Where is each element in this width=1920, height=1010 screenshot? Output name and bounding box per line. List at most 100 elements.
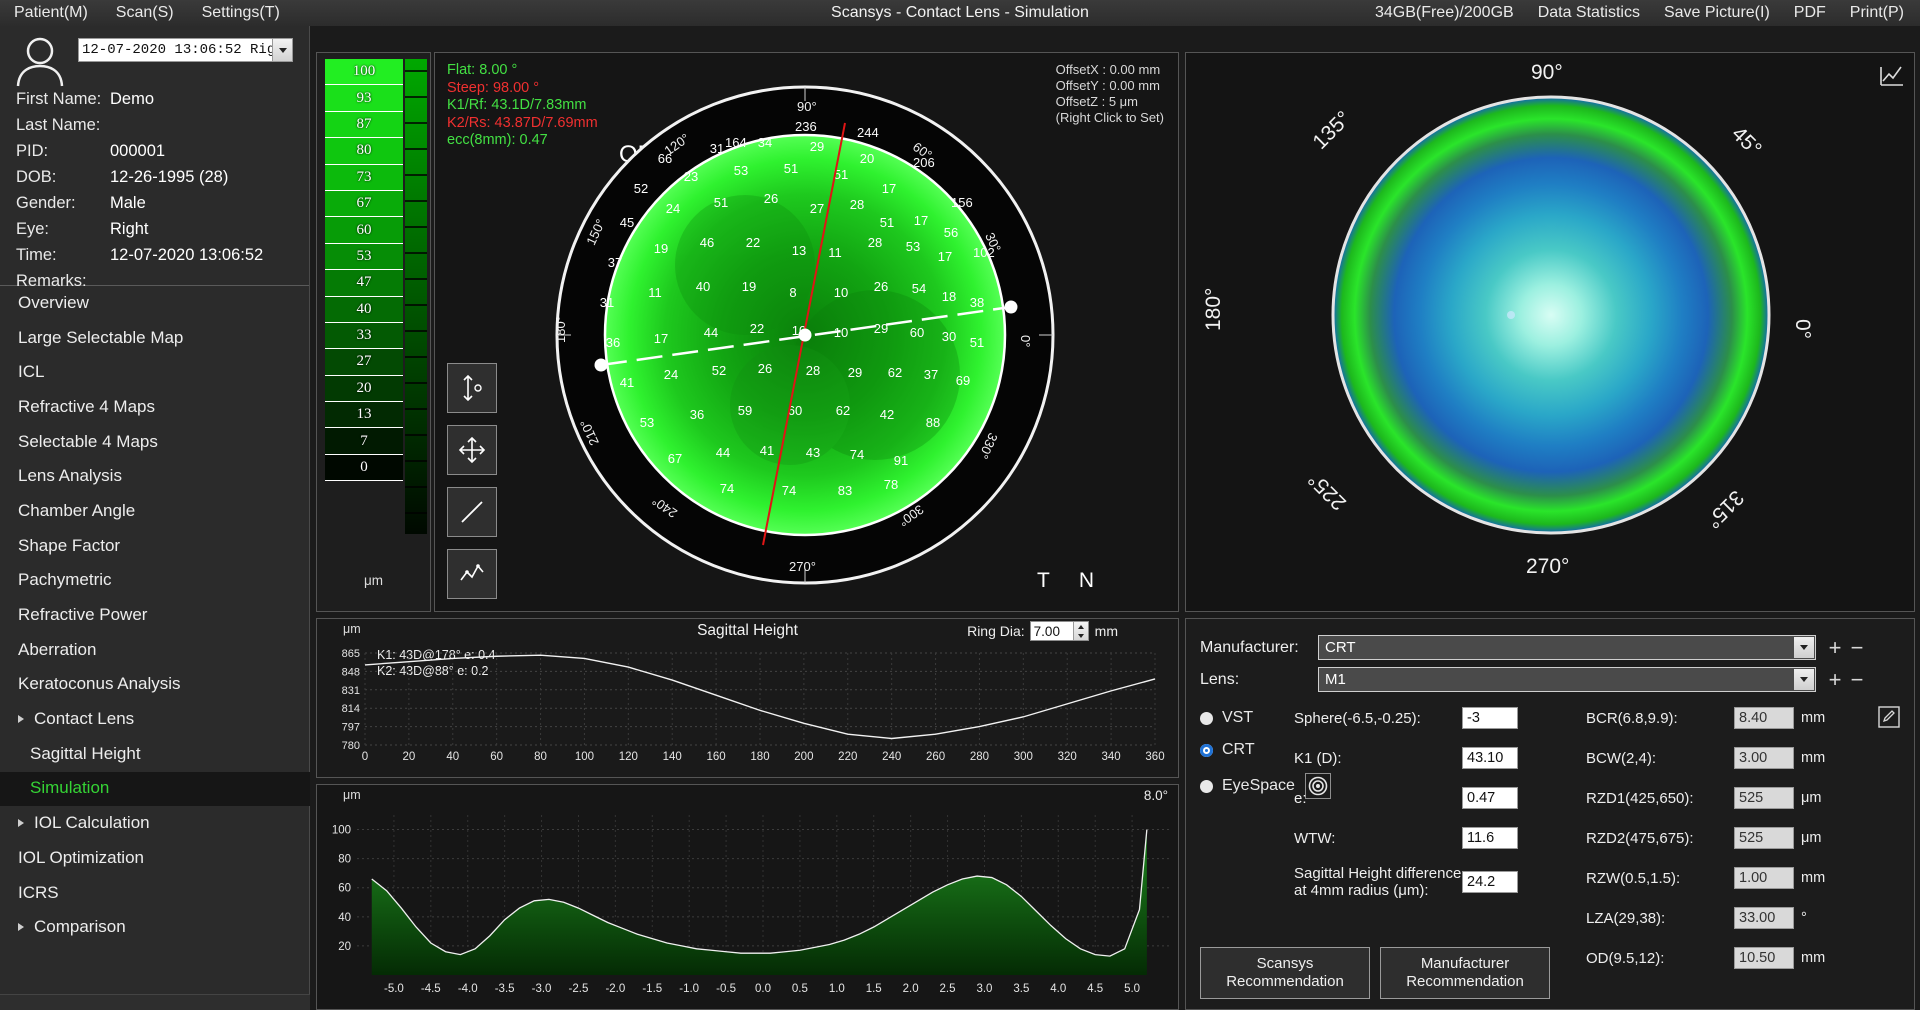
- scale-band: 47: [325, 270, 403, 296]
- cursor-tool-button[interactable]: [447, 363, 497, 413]
- scansys-recommendation-button[interactable]: Scansys Recommendation: [1200, 947, 1370, 999]
- sidebar-item-simulation[interactable]: Simulation: [0, 772, 310, 807]
- sidebar-item-refractive-power[interactable]: Refractive Power: [0, 598, 310, 633]
- ring-diameter-control[interactable]: Ring Dia: 7.00 mm: [967, 621, 1118, 641]
- manufacturer-recommendation-button[interactable]: Manufacturer Recommendation: [1380, 947, 1550, 999]
- remove-manufacturer-button[interactable]: −: [1846, 637, 1868, 659]
- svg-text:26: 26: [874, 279, 888, 294]
- sidebar-item-iol-optimization[interactable]: IOL Optimization: [0, 841, 310, 876]
- sidebar-item-contact-lens[interactable]: Contact Lens: [0, 702, 310, 737]
- field-input[interactable]: 10.50: [1734, 947, 1794, 969]
- move-tool-button[interactable]: [447, 425, 497, 475]
- field-input[interactable]: 1.00: [1734, 867, 1794, 889]
- scatter-tool-button[interactable]: [447, 549, 497, 599]
- field-input[interactable]: 3.00: [1734, 747, 1794, 769]
- sidebar-item-selectable-4-maps[interactable]: Selectable 4 Maps: [0, 425, 310, 460]
- svg-text:51: 51: [880, 215, 894, 230]
- svg-text:91: 91: [894, 453, 908, 468]
- manufacturer-select[interactable]: CRT: [1318, 635, 1816, 660]
- menu-item-data-statistics[interactable]: Data Statistics: [1526, 0, 1652, 26]
- ring-dia-stepper-arrows[interactable]: [1073, 622, 1088, 640]
- field-input[interactable]: -3: [1462, 707, 1518, 729]
- chevron-right-icon[interactable]: [18, 715, 24, 723]
- svg-text:300: 300: [1014, 751, 1033, 763]
- elevation-map-panel[interactable]: 90° 45° 0° 315° 270° 225° 180° 135°: [1185, 52, 1915, 612]
- form-field-row: Sphere(-6.5,-0.25):-3: [1294, 705, 1594, 731]
- session-select[interactable]: 12-07-2020 13:06:52 Right: [78, 38, 293, 62]
- field-label: RZD1(425,650):: [1586, 790, 1734, 807]
- sidebar-item-overview[interactable]: Overview: [0, 286, 310, 321]
- axial-map-graphic[interactable]: 90° 60° 30° 0° 330° 300° 270° 240° 210° …: [545, 75, 1065, 595]
- form-field-row: RZD1(425,650):525 μm: [1586, 785, 1906, 811]
- sidebar-item-shape-factor[interactable]: Shape Factor: [0, 529, 310, 564]
- sidebar-scrollbar[interactable]: [0, 994, 310, 1010]
- menu-item-pdf[interactable]: PDF: [1782, 0, 1838, 26]
- sidebar-item-icl[interactable]: ICL: [0, 355, 310, 390]
- ring-dia-value[interactable]: 7.00: [1031, 622, 1073, 640]
- field-input[interactable]: 525: [1734, 787, 1794, 809]
- elevation-map-graphic[interactable]: 90° 45° 0° 315° 270° 225° 180° 135°: [1186, 53, 1916, 611]
- sidebar-item-lens-analysis[interactable]: Lens Analysis: [0, 459, 310, 494]
- menu-item-patient[interactable]: Patient(M): [0, 0, 102, 26]
- chevron-down-icon[interactable]: [1794, 637, 1814, 658]
- sidebar-item-pachymetric[interactable]: Pachymetric: [0, 564, 310, 599]
- svg-text:270°: 270°: [1526, 555, 1569, 578]
- svg-text:78: 78: [884, 477, 898, 492]
- menu-item-save-picture[interactable]: Save Picture(I): [1652, 0, 1782, 26]
- sidebar-item-sagittal-height[interactable]: Sagittal Height: [0, 737, 310, 772]
- ring-dia-stepper[interactable]: 7.00: [1030, 621, 1089, 641]
- sidebar-item-icrs[interactable]: ICRS: [0, 876, 310, 911]
- sidebar-item-aberration[interactable]: Aberration: [0, 633, 310, 668]
- field-input[interactable]: 8.40: [1734, 707, 1794, 729]
- field-input[interactable]: 11.6: [1462, 827, 1518, 849]
- sidebar-item-keratoconus-analysis[interactable]: Keratoconus Analysis: [0, 668, 310, 703]
- field-unit: μm: [1801, 790, 1821, 806]
- sidebar-item-refractive-4-maps[interactable]: Refractive 4 Maps: [0, 390, 310, 425]
- line-tool-button[interactable]: [447, 487, 497, 537]
- svg-text:43: 43: [806, 445, 820, 460]
- lens-select[interactable]: M1: [1318, 667, 1816, 692]
- field-input[interactable]: 0.47: [1462, 787, 1518, 809]
- svg-text:40: 40: [446, 751, 459, 763]
- svg-text:90°: 90°: [1531, 61, 1563, 84]
- field-label: BCR(6.8,9.9):: [1586, 710, 1734, 727]
- chevron-down-icon[interactable]: [272, 39, 292, 61]
- sidebar-item-iol-calculation[interactable]: IOL Calculation: [0, 806, 310, 841]
- edit-pencil-icon[interactable]: [1874, 703, 1904, 731]
- remove-lens-button[interactable]: −: [1846, 669, 1868, 691]
- scale-unit-label: μm: [317, 573, 430, 588]
- radio-vst-label: VST: [1222, 709, 1253, 727]
- add-manufacturer-button[interactable]: +: [1824, 637, 1846, 659]
- chevron-right-icon[interactable]: [18, 819, 24, 827]
- sidebar-item-comparison[interactable]: Comparison: [0, 910, 310, 945]
- menu-item-settings[interactable]: Settings(T): [188, 0, 294, 26]
- menu-item-scan[interactable]: Scan(S): [102, 0, 188, 26]
- svg-text:-4.0: -4.0: [458, 983, 478, 995]
- svg-text:865: 865: [342, 648, 360, 660]
- chart-settings-icon[interactable]: [1878, 61, 1906, 89]
- topography-map-panel[interactable]: Flat: 8.00 ° Steep: 98.00 ° K1/Rf: 43.1D…: [434, 52, 1179, 612]
- scale-band-label: 73: [357, 169, 372, 186]
- scale-band-label: 0: [360, 459, 368, 476]
- field-input[interactable]: 24.2: [1462, 871, 1518, 893]
- field-input[interactable]: 33.00: [1734, 907, 1794, 929]
- svg-text:200: 200: [794, 751, 813, 763]
- svg-text:-5.0: -5.0: [384, 983, 404, 995]
- profile-unit-label: μm: [343, 788, 361, 802]
- manufacturer-value: CRT: [1325, 639, 1356, 656]
- field-input[interactable]: 525: [1734, 827, 1794, 849]
- sidebar-item-large-selectable-map[interactable]: Large Selectable Map: [0, 321, 310, 356]
- chevron-right-icon[interactable]: [18, 923, 24, 931]
- menu-item-print[interactable]: Print(P): [1838, 0, 1916, 26]
- add-lens-button[interactable]: +: [1824, 669, 1846, 691]
- chevron-down-icon[interactable]: [1794, 669, 1814, 690]
- sidebar-item-chamber-angle[interactable]: Chamber Angle: [0, 494, 310, 529]
- dob-label: DOB:: [0, 168, 110, 187]
- offset-z-value: OffsetZ : 5 μm: [1056, 94, 1164, 110]
- form-field-row: K1 (D):43.10: [1294, 745, 1594, 771]
- svg-text:83: 83: [838, 483, 852, 498]
- field-input[interactable]: 43.10: [1462, 747, 1518, 769]
- svg-text:17: 17: [882, 181, 896, 196]
- svg-text:80: 80: [534, 751, 547, 763]
- svg-text:17: 17: [938, 249, 952, 264]
